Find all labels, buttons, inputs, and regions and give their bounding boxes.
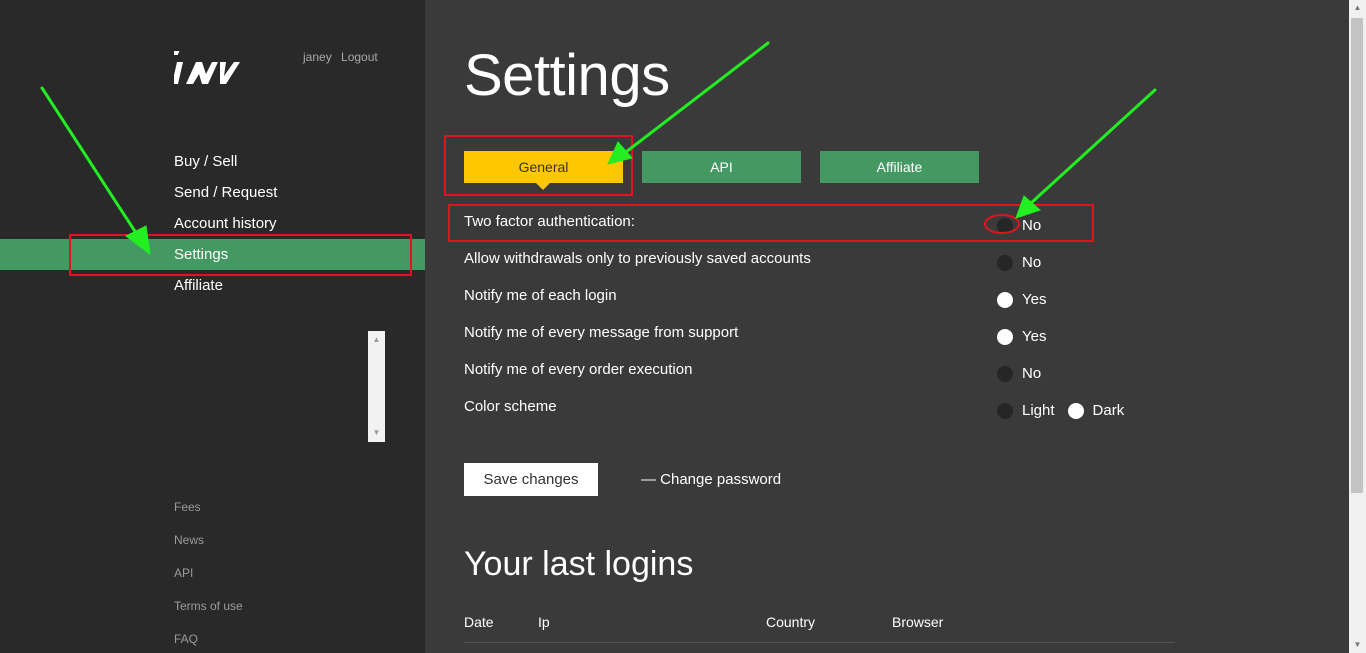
scrollbar-thumb[interactable] bbox=[1351, 18, 1363, 493]
withdrawals-no-option[interactable]: No bbox=[997, 254, 1041, 271]
page-scrollbar[interactable]: ▲ ▼ bbox=[1349, 0, 1366, 653]
column-header-date: Date bbox=[464, 614, 494, 630]
tab-affiliate[interactable]: Affiliate bbox=[820, 151, 979, 183]
footer-link-terms[interactable]: Terms of use bbox=[174, 595, 243, 628]
scroll-down-icon[interactable]: ▼ bbox=[1349, 637, 1366, 653]
annotation-arrow-radio bbox=[1028, 88, 1157, 206]
save-changes-button[interactable]: Save changes bbox=[464, 463, 598, 496]
notify-login-yes-option[interactable]: Yes bbox=[997, 291, 1046, 308]
table-divider bbox=[464, 642, 1175, 643]
user-links: janey Logout bbox=[303, 50, 384, 64]
change-password-link[interactable]: — Change password bbox=[641, 471, 781, 488]
column-header-country: Country bbox=[766, 614, 816, 630]
setting-row-withdrawals: Allow withdrawals only to previously sav… bbox=[464, 241, 1164, 278]
setting-label: Color scheme bbox=[464, 398, 557, 415]
footer-link-news[interactable]: News bbox=[174, 529, 243, 562]
color-scheme-light-option[interactable]: Light bbox=[997, 402, 1055, 419]
setting-label: Notify me of every message from support bbox=[464, 324, 739, 341]
annotation-box-general-tab bbox=[444, 135, 633, 196]
sidebar: janey Logout Buy / Sell Send / Request A… bbox=[0, 0, 425, 653]
column-header-ip: Ip bbox=[538, 614, 550, 630]
username-link[interactable]: janey bbox=[303, 50, 332, 64]
radio-button[interactable] bbox=[997, 328, 1013, 345]
footer-link-faq[interactable]: FAQ bbox=[174, 628, 243, 653]
setting-row-notify-order: Notify me of every order execution No bbox=[464, 352, 1164, 389]
footer-link-api[interactable]: API bbox=[174, 562, 243, 595]
setting-row-notify-login: Notify me of each login Yes bbox=[464, 278, 1164, 315]
setting-row-notify-support: Notify me of every message from support … bbox=[464, 315, 1164, 352]
setting-label: Notify me of each login bbox=[464, 287, 617, 304]
scroll-up-icon[interactable]: ▲ bbox=[368, 333, 385, 347]
radio-button[interactable] bbox=[997, 291, 1013, 308]
column-header-browser: Browser bbox=[892, 614, 944, 630]
notify-support-yes-option[interactable]: Yes bbox=[997, 328, 1046, 345]
scroll-up-icon[interactable]: ▲ bbox=[1349, 0, 1366, 16]
setting-label: Allow withdrawals only to previously sav… bbox=[464, 250, 811, 267]
annotation-ellipse-radio bbox=[984, 214, 1020, 234]
tab-api[interactable]: API bbox=[642, 151, 801, 183]
notify-order-no-option[interactable]: No bbox=[997, 365, 1041, 382]
iw-logo-icon[interactable] bbox=[174, 50, 246, 88]
scroll-down-icon[interactable]: ▼ bbox=[368, 426, 385, 440]
setting-label: Notify me of every order execution bbox=[464, 361, 693, 378]
last-logins-title: Your last logins bbox=[464, 545, 694, 583]
color-scheme-dark-option[interactable]: Dark bbox=[1067, 402, 1124, 419]
logout-link[interactable]: Logout bbox=[341, 50, 378, 64]
footer-link-fees[interactable]: Fees bbox=[174, 496, 243, 529]
sidebar-nav: Buy / Sell Send / Request Account histor… bbox=[0, 146, 425, 301]
radio-button[interactable] bbox=[997, 254, 1013, 271]
radio-button[interactable] bbox=[997, 402, 1013, 419]
radio-button[interactable] bbox=[1067, 402, 1084, 419]
sidebar-footer: Fees News API Terms of use FAQ bbox=[174, 496, 243, 653]
sidebar-item-buy-sell[interactable]: Buy / Sell bbox=[0, 146, 425, 177]
annotation-box-settings bbox=[69, 234, 412, 276]
page-title: Settings bbox=[464, 43, 670, 108]
radio-button[interactable] bbox=[997, 365, 1013, 382]
setting-row-color-scheme: Color scheme Light Dark bbox=[464, 389, 1164, 426]
sidebar-scrollbar[interactable]: ▲ ▼ bbox=[368, 331, 385, 442]
sidebar-item-send-request[interactable]: Send / Request bbox=[0, 177, 425, 208]
